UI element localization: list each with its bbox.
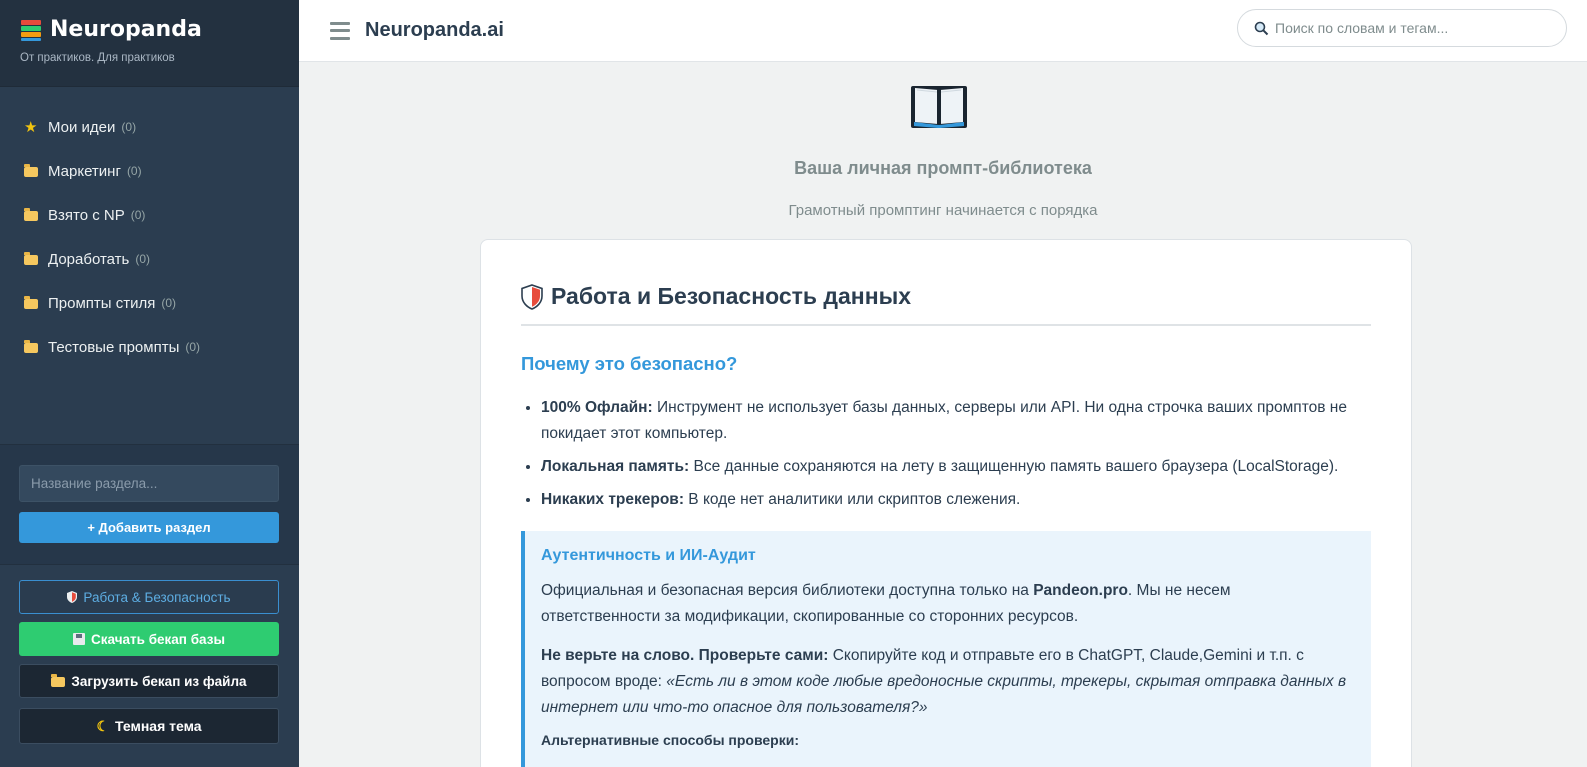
- callout-emphasis: Не верьте на слово. Проверьте сами:: [541, 647, 829, 664]
- add-section-button[interactable]: + Добавить раздел: [19, 512, 279, 543]
- card-title: Работа и Безопасность данных: [521, 283, 1371, 326]
- callout-paragraph: Официальная и безопасная версия библиоте…: [541, 578, 1353, 630]
- security-button-label: Работа & Безопасность: [83, 589, 231, 605]
- list-item: Локальная память: Все данные сохраняются…: [541, 454, 1371, 480]
- upload-backup-button[interactable]: Загрузить бекап из файла: [19, 664, 279, 698]
- download-backup-label: Скачать бекап базы: [91, 631, 225, 647]
- books-icon: [20, 18, 42, 42]
- sidebar-item-count: (0): [185, 340, 201, 354]
- list-item: 100% Офлайн: Инструмент не использует ба…: [541, 395, 1371, 447]
- menu-icon[interactable]: [330, 21, 350, 40]
- search-box[interactable]: [1237, 9, 1567, 47]
- folder-icon: [24, 164, 42, 177]
- sidebar-item-my-ideas[interactable]: ★ Мои идеи (0): [0, 105, 299, 149]
- section-heading: Почему это безопасно?: [521, 353, 738, 374]
- security-info-card: Работа и Безопасность данных Почему это …: [480, 239, 1412, 767]
- list-item-text: В коде нет аналитики или скриптов слежен…: [684, 491, 1021, 508]
- add-section-panel: + Добавить раздел: [0, 444, 299, 564]
- dark-theme-label: Темная тема: [115, 718, 202, 734]
- brand-title[interactable]: Neuropanda: [20, 17, 279, 42]
- sidebar-item-to-improve[interactable]: Доработать (0): [0, 237, 299, 281]
- sidebar-item-label: Маркетинг: [48, 162, 121, 180]
- sidebar-item-label: Тестовые промпты: [48, 338, 180, 356]
- safety-list: 100% Офлайн: Инструмент не использует ба…: [521, 395, 1371, 513]
- floppy-disk-icon: [73, 633, 86, 645]
- star-icon: ★: [24, 119, 38, 136]
- sidebar-item-marketing[interactable]: Маркетинг (0): [0, 149, 299, 193]
- folder-icon: [24, 340, 42, 353]
- dark-theme-button[interactable]: ☾ Темная тема: [19, 708, 279, 744]
- hero-title: Ваша личная промпт-библиотека: [794, 158, 1092, 178]
- list-item-text: Все данные сохраняются на лету в защищен…: [689, 458, 1339, 475]
- sidebar-item-count: (0): [126, 164, 142, 178]
- card-title-text: Работа и Безопасность данных: [551, 283, 912, 309]
- folder-icon: [24, 252, 42, 265]
- sidebar-item-label: Промпты стиля: [48, 294, 156, 312]
- shield-icon: [521, 283, 543, 310]
- sidebar-item-label: Доработать: [48, 250, 130, 268]
- brand-subtitle: От практиков. Для практиков: [20, 52, 175, 64]
- folder-icon: [24, 296, 42, 309]
- sidebar-item-count: (0): [121, 120, 137, 134]
- sidebar-item-style-prompts[interactable]: Промпты стиля (0): [0, 281, 299, 325]
- sidebar-item-count: (0): [161, 296, 177, 310]
- sidebar-item-test-prompts[interactable]: Тестовые промпты (0): [0, 325, 299, 369]
- moon-icon: ☾: [96, 717, 110, 734]
- authenticity-callout: Аутентичность и ИИ-Аудит Официальная и б…: [521, 531, 1371, 767]
- download-backup-button[interactable]: Скачать бекап базы: [19, 622, 279, 656]
- site-title: Neuropanda.ai: [365, 19, 504, 41]
- sidebar-item-count: (0): [135, 252, 151, 266]
- folder-open-icon: [51, 674, 66, 687]
- list-item-text: Инструмент не использует базы данных, се…: [541, 399, 1347, 442]
- list-item-term: Никаких трекеров:: [541, 491, 684, 508]
- sidebar: Neuropanda От практиков. Для практиков ★…: [0, 0, 299, 767]
- sidebar-item-count: (0): [130, 208, 146, 222]
- list-item-term: 100% Офлайн:: [541, 399, 653, 416]
- brand: Neuropanda От практиков. Для практиков: [0, 0, 299, 87]
- search-icon: [1254, 21, 1269, 35]
- callout-paragraph: Не верьте на слово. Проверьте сами: Скоп…: [541, 643, 1353, 721]
- sidebar-item-label: Взято с NP: [48, 206, 125, 224]
- search-input[interactable]: [1275, 20, 1555, 36]
- hero-subtitle: Грамотный промптинг начинается с порядка: [788, 202, 1098, 219]
- sidebar-nav: ★ Мои идеи (0) Маркетинг (0) Взято с NP …: [0, 87, 299, 369]
- official-site-name: Pandeon.pro: [1033, 582, 1128, 599]
- sidebar-actions: Работа & Безопасность Скачать бекап базы…: [0, 564, 299, 767]
- callout-title: Аутентичность и ИИ-Аудит: [541, 547, 756, 564]
- alternative-methods-heading: Альтернативные способы проверки:: [541, 732, 800, 748]
- list-item: Никаких трекеров: В коде нет аналитики и…: [541, 487, 1371, 513]
- upload-backup-label: Загрузить бекап из файла: [71, 673, 247, 689]
- security-button[interactable]: Работа & Безопасность: [19, 580, 279, 614]
- shield-icon: [67, 591, 78, 603]
- top-bar: Neuropanda.ai: [299, 0, 1587, 62]
- section-name-input[interactable]: [19, 465, 279, 502]
- sidebar-item-label: Мои идеи: [48, 118, 116, 136]
- brand-name: Neuropanda: [50, 17, 202, 42]
- sidebar-item-taken-from-np[interactable]: Взято с NP (0): [0, 193, 299, 237]
- list-item-term: Локальная память:: [541, 458, 690, 475]
- callout-text: Официальная и безопасная версия библиоте…: [541, 582, 1034, 599]
- open-book-icon: [911, 86, 967, 128]
- folder-icon: [24, 208, 42, 221]
